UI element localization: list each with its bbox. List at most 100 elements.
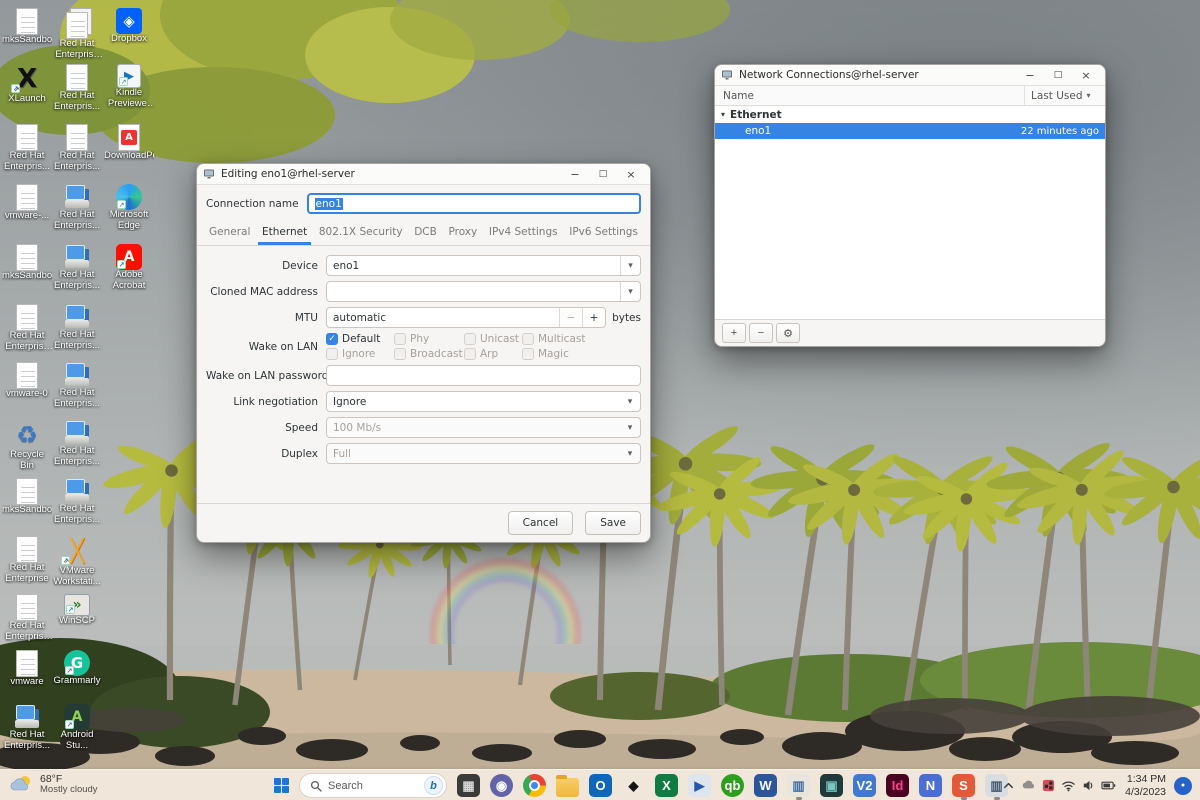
desktop-icon-xlaunch[interactable]: XLaunch [2,64,52,105]
desktop-icon-vmware-0[interactable]: vmware-0 [2,362,52,400]
wol-password-input[interactable] [326,365,641,386]
desktop-icon-red-hat-enterpris[interactable]: Red Hat Enterpris... [52,124,102,172]
link-negotiation-combobox[interactable]: Ignore ▾ [326,391,641,412]
desktop-icon-android-stu[interactable]: Android Stu... [52,704,102,751]
wol-checkbox-broadcast[interactable]: Broadcast [394,348,464,360]
mtu-increase-button[interactable]: + [582,308,605,327]
chevron-down-icon[interactable]: ▾ [620,256,640,275]
name-column-header[interactable]: Name [715,86,1025,105]
cloned-mac-combobox[interactable]: ▾ [326,281,641,302]
desktop-icon-mkssandbox[interactable]: mksSandbox... [2,244,52,282]
editor-window-maximize-button[interactable]: □ [590,166,616,183]
desktop-icon-vmware-workstati[interactable]: VMware Workstati... [52,536,102,587]
taskbar-app-inkscape[interactable]: ◆ [617,773,650,798]
desktop-icon-vmware[interactable]: vmware [2,650,52,688]
taskbar-app-sublime[interactable]: S [947,773,980,798]
remove-connection-button[interactable]: − [749,323,773,343]
tray-chevron-up-icon[interactable] [998,776,1018,796]
mtu-decrease-button[interactable]: − [559,308,582,327]
taskbar-app-chrome[interactable] [518,773,551,798]
mtu-spinner[interactable]: automatic − + [326,307,606,328]
last-used-column-header[interactable]: Last Used [1025,90,1105,102]
desktop-icon-red-hat-enterpris[interactable]: Red Hat Enterpris... [2,704,52,751]
taskbar-app-indesign[interactable]: Id [881,773,914,798]
connections-window-maximize-button[interactable]: □ [1045,67,1071,84]
desktop-icon-dropbox[interactable]: Dropbox [104,8,154,45]
bing-icon[interactable]: b [424,776,443,795]
taskbar-clock[interactable]: 1:34 PM 4/3/2023 [1125,773,1166,798]
desktop-icon-red-hat-enterprise-l[interactable]: Red Hat Enterprise L... [2,304,52,352]
search-box[interactable]: Search b [299,773,447,798]
desktop-icon-red-hat-enterpris[interactable]: Red Hat Enterpris... [2,124,52,172]
taskbar-app-mremoteng[interactable]: ▥ [782,773,815,798]
desktop-icon-kindle-previewer-3[interactable]: Kindle Previewer 3 [104,64,154,109]
editor-titlebar[interactable]: Editing eno1@rhel-server −□× [197,164,650,185]
connection-group-ethernet[interactable]: Ethernet [715,106,1105,123]
cancel-button[interactable]: Cancel [508,511,574,535]
wol-checkbox-magic[interactable]: Magic [522,348,585,360]
taskbar-app-widgets-dark[interactable]: ▦ [452,773,485,798]
desktop-icon-red-hat-enterpris[interactable]: Red Hat Enterpris... [52,64,102,112]
tray-app-grid-icon[interactable] [1038,776,1058,796]
notification-badge[interactable] [1174,777,1192,795]
tray-wifi-icon[interactable] [1058,776,1078,796]
editor-window-close-button[interactable]: × [618,166,644,183]
taskbar-app-teal-tool[interactable]: ▣ [815,773,848,798]
tab-802-1x-security[interactable]: 802.1X Security [315,220,407,245]
taskbar-app-teams-chat[interactable]: ◉ [485,773,518,798]
tab-ipv4-settings[interactable]: IPv4 Settings [485,220,562,245]
add-connection-button[interactable]: + [722,323,746,343]
connection-name-input[interactable]: eno1 [307,193,641,214]
tab-ethernet[interactable]: Ethernet [258,220,311,245]
desktop-icon-red-hat-enterprise-l[interactable]: Red Hat Enterprise L [2,594,52,642]
wol-checkbox-ignore[interactable]: Ignore [326,348,394,360]
wol-checkbox-arp[interactable]: Arp [464,348,522,360]
start-button[interactable] [266,773,296,798]
desktop-icon-vmware[interactable]: vmware-... [2,184,52,222]
desktop-icon-red-hat-enterpris[interactable]: Red Hat Enterpris... [52,420,102,467]
desktop-icon-grammarly[interactable]: Grammarly [52,650,102,687]
connections-titlebar[interactable]: Network Connections@rhel-server −□× [715,65,1105,86]
desktop-icon-mkssandbox[interactable]: mksSandbox [2,478,52,516]
tab-ipv6-settings[interactable]: IPv6 Settings [565,220,642,245]
tab-proxy[interactable]: Proxy [444,220,481,245]
desktop-icon-red-hat-enterpris[interactable]: Red Hat Enterpris... [52,304,102,351]
wol-checkbox-multicast[interactable]: Multicast [522,333,585,345]
tab-dcb[interactable]: DCB [410,220,441,245]
tray-onedrive-icon[interactable] [1018,776,1038,796]
desktop-icon-red-hat-enterpris[interactable]: Red Hat Enterpris... [52,478,102,525]
device-combobox[interactable]: eno1 ▾ [326,255,641,276]
connection-row-eno1[interactable]: eno122 minutes ago [715,123,1105,139]
taskbar-app-remote-viewer[interactable]: ▶ [683,773,716,798]
connections-window-close-button[interactable]: × [1073,67,1099,84]
desktop-icon-red-hat-enterpris[interactable]: Red Hat Enterpris... [52,244,102,291]
tray-volume-icon[interactable] [1078,776,1098,796]
taskbar-app-excel[interactable]: X [650,773,683,798]
desktop-icon-red-hat-enterprise[interactable]: Red Hat Enterprise [2,536,52,584]
settings-connection-button[interactable]: ⚙ [776,323,800,343]
desktop-icon-red-hat-enterprise-l[interactable]: Red Hat Enterprise L... [52,8,102,60]
desktop-icon-red-hat-enterpris[interactable]: Red Hat Enterpris... [52,184,102,231]
taskbar-app-quickbooks[interactable]: qb [716,773,749,798]
desktop-icon-winscp[interactable]: WinSCP [52,594,102,627]
taskbar-app-v2-app[interactable]: V2 [848,773,881,798]
wol-checkbox-unicast[interactable]: Unicast [464,333,522,345]
taskbar-app-file-explorer[interactable] [551,773,584,798]
desktop-icon-downloadpdf[interactable]: DownloadPdf [104,124,154,162]
chevron-down-icon[interactable]: ▾ [620,282,640,301]
tray-battery-icon[interactable] [1098,776,1118,796]
tab-general[interactable]: General [205,220,254,245]
taskbar-app-outlook[interactable]: O [584,773,617,798]
desktop-icon-adobe-acrobat[interactable]: Adobe Acrobat [104,244,154,291]
desktop-icon-microsoft-edge[interactable]: Microsoft Edge [104,184,154,231]
taskbar-app-word[interactable]: W [749,773,782,798]
connections-window-minimize-button[interactable]: − [1017,67,1043,84]
taskbar-app-blue-notes[interactable]: N [914,773,947,798]
desktop-icon-mkssandbo[interactable]: mksSandbo... [2,8,52,46]
desktop-icon-recycle-bin[interactable]: Recycle Bin [2,420,52,471]
desktop-icon-red-hat-enterpris[interactable]: Red Hat Enterpris... [52,362,102,409]
weather-widget[interactable]: 68°F Mostly cloudy [10,773,98,796]
editor-window-minimize-button[interactable]: − [562,166,588,183]
save-button[interactable]: Save [585,511,641,535]
wol-checkbox-default[interactable]: Default [326,333,394,345]
